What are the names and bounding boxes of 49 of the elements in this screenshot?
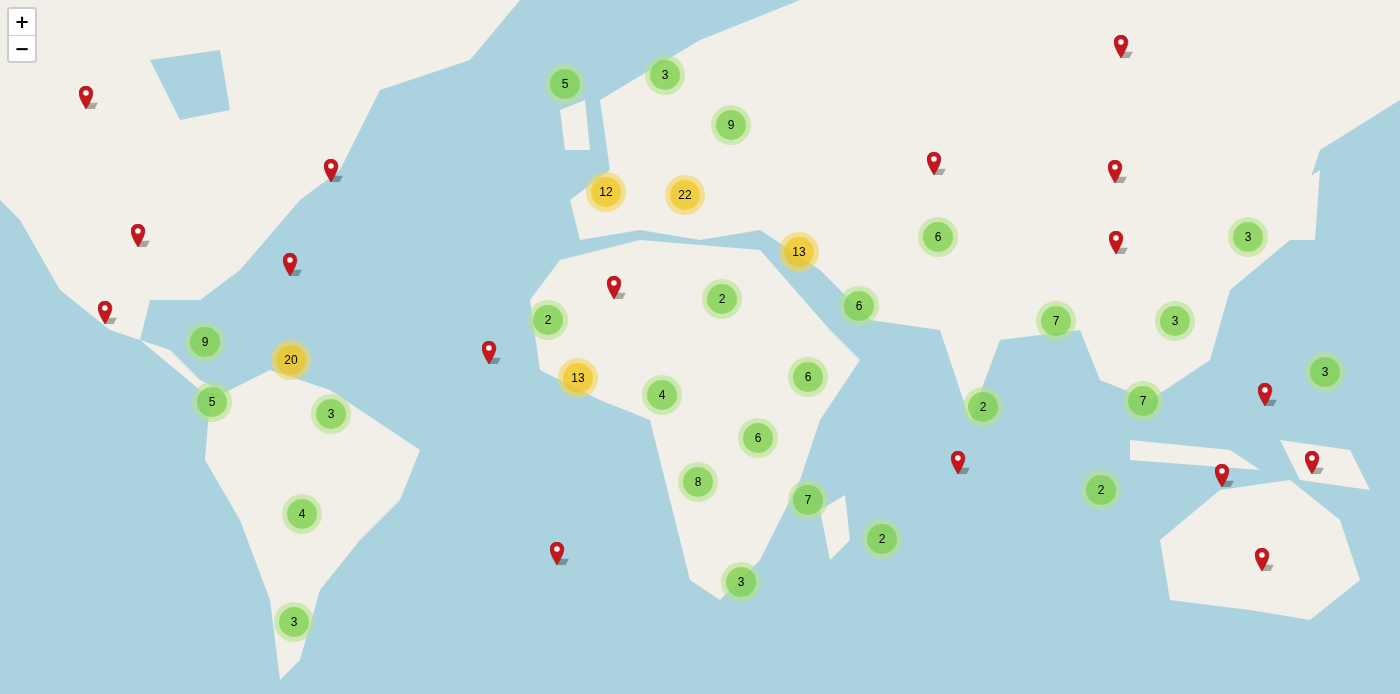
map-pin-icon[interactable] [283, 253, 303, 276]
cluster-marker[interactable]: 2 [702, 279, 742, 319]
map-pin-icon[interactable] [1114, 35, 1134, 58]
cluster-marker[interactable]: 3 [1155, 301, 1195, 341]
map-pin-icon[interactable] [1255, 548, 1275, 571]
cluster-marker[interactable]: 3 [311, 394, 351, 434]
map-pin-icon[interactable] [1108, 160, 1128, 183]
map-pin-icon[interactable] [607, 276, 627, 299]
cluster-marker[interactable]: 5 [192, 382, 232, 422]
map-pin-icon[interactable] [131, 224, 151, 247]
cluster-marker[interactable]: 6 [788, 357, 828, 397]
cluster-marker[interactable]: 3 [1305, 352, 1345, 392]
cluster-marker[interactable]: 6 [738, 418, 778, 458]
cluster-marker[interactable]: 9 [185, 322, 225, 362]
map-pin-icon[interactable] [79, 86, 99, 109]
cluster-marker[interactable]: 9 [711, 105, 751, 145]
cluster-marker[interactable]: 13 [779, 232, 819, 272]
cluster-marker[interactable]: 7 [788, 480, 828, 520]
zoom-out-button[interactable]: − [9, 35, 35, 61]
map-pin-icon[interactable] [550, 542, 570, 565]
map-pin-icon[interactable] [1109, 231, 1129, 254]
map-pin-icon[interactable] [482, 341, 502, 364]
cluster-marker[interactable]: 12 [586, 172, 626, 212]
cluster-marker[interactable]: 7 [1036, 301, 1076, 341]
cluster-marker[interactable]: 3 [721, 562, 761, 602]
cluster-marker[interactable]: 7 [1123, 381, 1163, 421]
cluster-marker[interactable]: 13 [558, 358, 598, 398]
map-pin-icon[interactable] [1305, 451, 1325, 474]
cluster-marker[interactable]: 2 [963, 387, 1003, 427]
cluster-marker[interactable]: 3 [645, 55, 685, 95]
cluster-marker[interactable]: 20 [271, 340, 311, 380]
cluster-marker[interactable]: 6 [918, 217, 958, 257]
cluster-marker[interactable]: 3 [274, 602, 314, 642]
cluster-marker[interactable]: 2 [528, 300, 568, 340]
map-pin-icon[interactable] [951, 451, 971, 474]
cluster-marker[interactable]: 2 [1081, 470, 1121, 510]
map-pin-icon[interactable] [927, 152, 947, 175]
cluster-marker[interactable]: 8 [678, 462, 718, 502]
map-pin-icon[interactable] [98, 301, 118, 324]
cluster-marker[interactable]: 4 [642, 375, 682, 415]
cluster-marker[interactable]: 22 [665, 175, 705, 215]
cluster-marker[interactable]: 5 [545, 64, 585, 104]
cluster-marker[interactable]: 6 [839, 286, 879, 326]
cluster-marker[interactable]: 2 [862, 519, 902, 559]
map-pin-icon[interactable] [1258, 383, 1278, 406]
cluster-marker[interactable]: 4 [282, 494, 322, 534]
map-pin-icon[interactable] [1215, 464, 1235, 487]
cluster-marker[interactable]: 3 [1228, 217, 1268, 257]
map-pin-icon[interactable] [324, 159, 344, 182]
